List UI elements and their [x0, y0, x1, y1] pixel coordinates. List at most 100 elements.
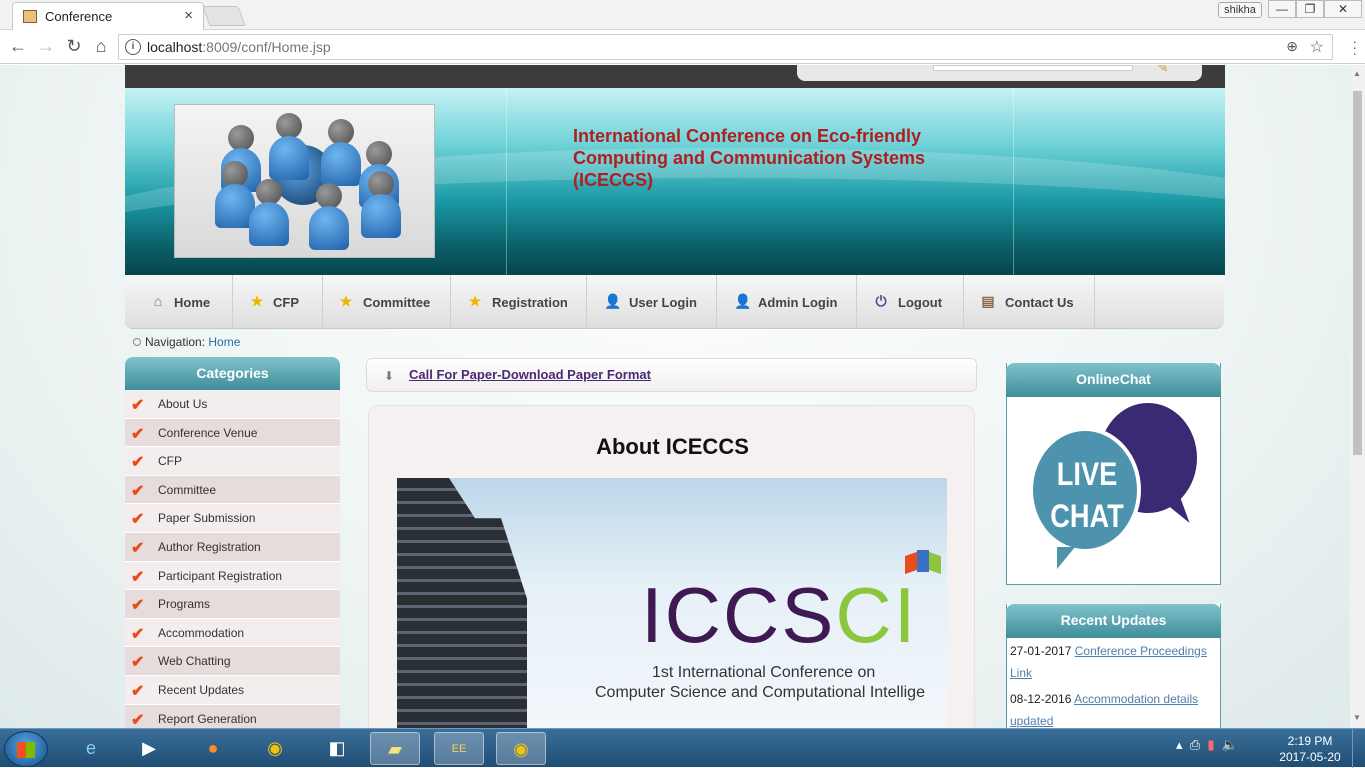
- checkmark-icon: ✔: [131, 711, 145, 728]
- checkmark-icon: ✔: [131, 425, 145, 443]
- person-icon: [249, 179, 289, 246]
- about-section: About ICECCS ICCSCI 1st International Co…: [368, 405, 975, 728]
- checkmark-icon: ✔: [131, 682, 145, 700]
- close-window-button[interactable]: ✕: [1324, 0, 1362, 18]
- address-input[interactable]: i localhost:8009/conf/Home.jsp ⊕ ☆: [118, 34, 1333, 60]
- scroll-thumb[interactable]: [1353, 91, 1362, 455]
- internet-explorer-icon[interactable]: e: [66, 732, 116, 765]
- category-item[interactable]: ✔ Accommodation: [125, 618, 340, 648]
- power-icon: ⏻: [875, 293, 887, 309]
- category-item[interactable]: ✔ Participant Registration: [125, 561, 340, 591]
- update-date: 27-01-2017: [1010, 644, 1072, 658]
- nav-registration[interactable]: ★ Registration: [451, 275, 587, 329]
- nav-committee[interactable]: ★ Committee: [323, 275, 451, 329]
- site-title: International Conference on Eco-friendly…: [573, 126, 926, 190]
- category-item[interactable]: ✔ Committee: [125, 475, 340, 505]
- category-item[interactable]: ✔ Author Registration: [125, 532, 340, 562]
- chrome-active-icon[interactable]: ◉: [496, 732, 546, 765]
- categories-panel: Categories ✔ About Us ✔ Conference Venue ✔…: [125, 357, 340, 728]
- live-chat-image[interactable]: LIVE CHAT: [1007, 397, 1220, 583]
- bullet-icon: [133, 338, 141, 346]
- nav-logout[interactable]: ⏻ Logout: [857, 275, 964, 329]
- banner-divider: [506, 88, 507, 275]
- download-icon: ⬇: [384, 369, 395, 383]
- taskbar-clock[interactable]: 2:19 PM 2017-05-20: [1278, 733, 1342, 765]
- category-item[interactable]: ✔ Web Chatting: [125, 647, 340, 676]
- system-tray: ▴ ⎙ ▮ 🔈: [1176, 737, 1238, 753]
- search-icon[interactable]: ✎: [1157, 65, 1169, 76]
- chrome-icon[interactable]: ◉: [250, 732, 300, 765]
- forward-icon[interactable]: →: [35, 36, 57, 57]
- browser-tab[interactable]: Conference ×: [12, 2, 204, 30]
- tab-title: Conference: [45, 9, 113, 24]
- start-button[interactable]: [4, 731, 48, 767]
- media-player-icon[interactable]: ▶: [124, 732, 174, 765]
- scroll-down-icon[interactable]: ▼: [1353, 713, 1361, 722]
- cfp-download-link[interactable]: Call For Paper-Download Paper Format: [409, 367, 651, 382]
- star-icon: ★: [250, 293, 264, 309]
- nav-cfp[interactable]: ★ CFP: [233, 275, 323, 329]
- category-item[interactable]: ✔ Programs: [125, 590, 340, 619]
- category-item[interactable]: ✔ About Us: [125, 390, 340, 419]
- checkmark-icon: ✔: [131, 511, 145, 529]
- volume-icon[interactable]: 🔈: [1222, 737, 1238, 752]
- update-item: 08-12-2016 Accommodation details updated: [1007, 686, 1220, 728]
- category-item[interactable]: ✔ Recent Updates: [125, 675, 340, 705]
- device-icon[interactable]: ⎙: [1190, 737, 1200, 752]
- java-ee-ide-icon[interactable]: EE: [434, 732, 484, 765]
- bookmark-star-icon[interactable]: ☆: [1310, 37, 1324, 57]
- site-info-icon[interactable]: i: [125, 39, 141, 55]
- person-icon: [361, 171, 401, 238]
- user-add-icon: 👤: [734, 293, 752, 309]
- category-item[interactable]: ✔ Paper Submission: [125, 504, 340, 533]
- nav-user-login[interactable]: 👤 User Login: [587, 275, 717, 329]
- close-tab-icon[interactable]: ×: [184, 7, 193, 24]
- poster-line-2: Computer Science and Computational Intel…: [595, 684, 925, 701]
- firefox-icon[interactable]: ●: [188, 732, 238, 765]
- browser-menu-icon[interactable]: · · ·: [1352, 34, 1357, 60]
- update-item: 27-01-2017 Conference Proceedings Link: [1007, 638, 1220, 686]
- windows-logo-icon: [17, 742, 35, 758]
- nav-admin-login[interactable]: 👤 Admin Login: [717, 275, 857, 329]
- online-chat-title: OnlineChat: [1006, 363, 1221, 397]
- building-graphic: [397, 478, 527, 728]
- about-title: About ICECCS: [596, 434, 749, 459]
- minimize-button[interactable]: —: [1268, 0, 1296, 18]
- network-icon[interactable]: ▮: [1207, 737, 1214, 752]
- category-item[interactable]: ✔ Conference Venue: [125, 418, 340, 448]
- browser-tab-strip: Conference × shikha — ❐ ✕: [0, 0, 1365, 30]
- tray-expand-icon[interactable]: ▴: [1176, 737, 1183, 752]
- star-icon: ★: [339, 293, 353, 309]
- iccsci-poster-image: ICCSCI 1st International Conference on C…: [397, 478, 947, 728]
- windows-taskbar: e ▶ ● ◉ ◧ ▰ EE ◉ ▴ ⎙ ▮ 🔈 2:19 PM 2017-05…: [0, 728, 1365, 768]
- home-icon[interactable]: ⌂: [90, 36, 112, 57]
- profile-button[interactable]: shikha: [1218, 2, 1262, 18]
- checkmark-icon: ✔: [131, 539, 145, 557]
- user-icon: 👤: [604, 293, 622, 309]
- nav-home[interactable]: ⌂ Home: [125, 275, 233, 329]
- checkmark-icon: ✔: [131, 597, 145, 615]
- recent-updates-title: Recent Updates: [1006, 604, 1221, 638]
- clock-date: 2017-05-20: [1279, 750, 1341, 764]
- categories-title: Categories: [125, 357, 340, 390]
- poster-line-1: 1st International Conference on: [652, 664, 876, 681]
- new-tab-button[interactable]: [202, 6, 246, 26]
- visual-studio-icon[interactable]: ◧: [312, 732, 362, 765]
- page-scrollbar[interactable]: ▲ ▼: [1350, 65, 1365, 728]
- sticky-notes-icon[interactable]: ▰: [370, 732, 420, 765]
- reload-icon[interactable]: ↻: [63, 36, 85, 57]
- banner-divider: [1013, 88, 1014, 275]
- nav-contact-us[interactable]: ▤ Contact Us: [964, 275, 1095, 329]
- show-desktop-button[interactable]: [1352, 729, 1365, 768]
- restore-button[interactable]: ❐: [1296, 0, 1324, 18]
- scroll-up-icon[interactable]: ▲: [1353, 69, 1361, 78]
- chat-bubble-tail: [1057, 547, 1075, 569]
- site-search-input[interactable]: [933, 65, 1133, 71]
- breadcrumb-home-link[interactable]: Home: [208, 335, 240, 349]
- live-chat-text: LIVE CHAT: [1050, 456, 1124, 534]
- back-icon[interactable]: ←: [7, 36, 29, 57]
- person-icon: [309, 183, 349, 250]
- category-item[interactable]: ✔ Report Generation: [125, 704, 340, 728]
- zoom-icon[interactable]: ⊕: [1286, 38, 1298, 55]
- category-item[interactable]: ✔ CFP: [125, 447, 340, 476]
